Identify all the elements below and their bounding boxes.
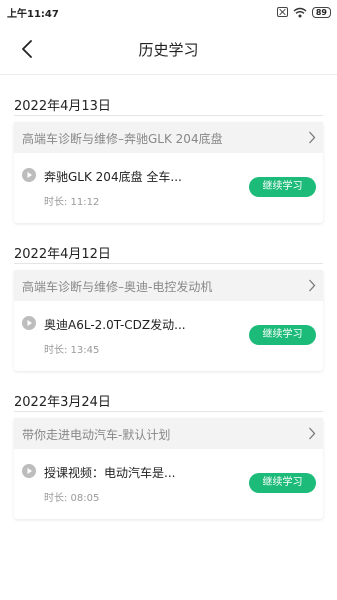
course-card: 高端车诊断与维修–奔驰GLK 204底盘 奔驰GLK 204底盘 全车... 时… <box>14 122 323 223</box>
course-card: 带你走进电动汽车-默认计划 授课视频：电动汽车是... 时长: 08:05 继续… <box>14 418 323 519</box>
course-card: 高端车诊断与维修–奥迪-电控发动机 奥迪A6L-2.0T-CDZ发动... 时长… <box>14 270 323 371</box>
course-title: 高端车诊断与维修–奔驰GLK 204底盘 <box>22 132 223 146</box>
continue-learning-button[interactable]: 继续学习 <box>249 325 316 345</box>
course-header[interactable]: 高端车诊断与维修–奥迪-电控发动机 <box>14 270 323 301</box>
play-icon <box>22 168 36 182</box>
lesson-duration: 时长: 11:12 <box>44 197 100 208</box>
header-divider <box>0 74 337 75</box>
status-icons: 89 <box>276 3 331 22</box>
group-divider <box>14 263 323 264</box>
lesson-title[interactable]: 奥迪A6L-2.0T-CDZ发动... <box>44 316 186 333</box>
course-title: 带你走进电动汽车-默认计划 <box>22 428 171 442</box>
page-title: 历史学习 <box>138 41 199 59</box>
lesson-duration: 时长: 13:45 <box>44 345 100 356</box>
course-header[interactable]: 高端车诊断与维修–奔驰GLK 204底盘 <box>14 122 323 153</box>
lesson-title[interactable]: 奔驰GLK 204底盘 全车... <box>44 168 182 185</box>
course-header[interactable]: 带你走进电动汽车-默认计划 <box>14 418 323 449</box>
continue-learning-button[interactable]: 继续学习 <box>249 473 316 493</box>
group-date: 2022年4月13日 <box>14 99 111 114</box>
lesson-duration: 时长: 08:05 <box>44 493 100 504</box>
group-divider <box>14 115 323 116</box>
chevron-right-icon <box>309 131 316 144</box>
wifi-icon <box>293 3 307 22</box>
group-date: 2022年4月12日 <box>14 247 111 262</box>
course-title: 高端车诊断与维修–奥迪-电控发动机 <box>22 280 213 294</box>
status-time: 上午11:47 <box>7 9 59 20</box>
sim-off-icon <box>276 7 288 17</box>
status-bar: 上午11:47 89 <box>0 0 337 24</box>
play-icon <box>22 316 36 330</box>
top-navigation-bar: 历史学习 <box>0 24 337 74</box>
chevron-right-icon <box>309 427 316 440</box>
lesson-title[interactable]: 授课视频：电动汽车是... <box>44 464 175 481</box>
play-icon <box>22 464 36 478</box>
group-date: 2022年3月24日 <box>14 395 111 410</box>
chevron-right-icon <box>309 279 316 292</box>
battery-icon: 89 <box>311 6 331 18</box>
continue-learning-button[interactable]: 继续学习 <box>249 177 316 197</box>
group-divider <box>14 411 323 412</box>
